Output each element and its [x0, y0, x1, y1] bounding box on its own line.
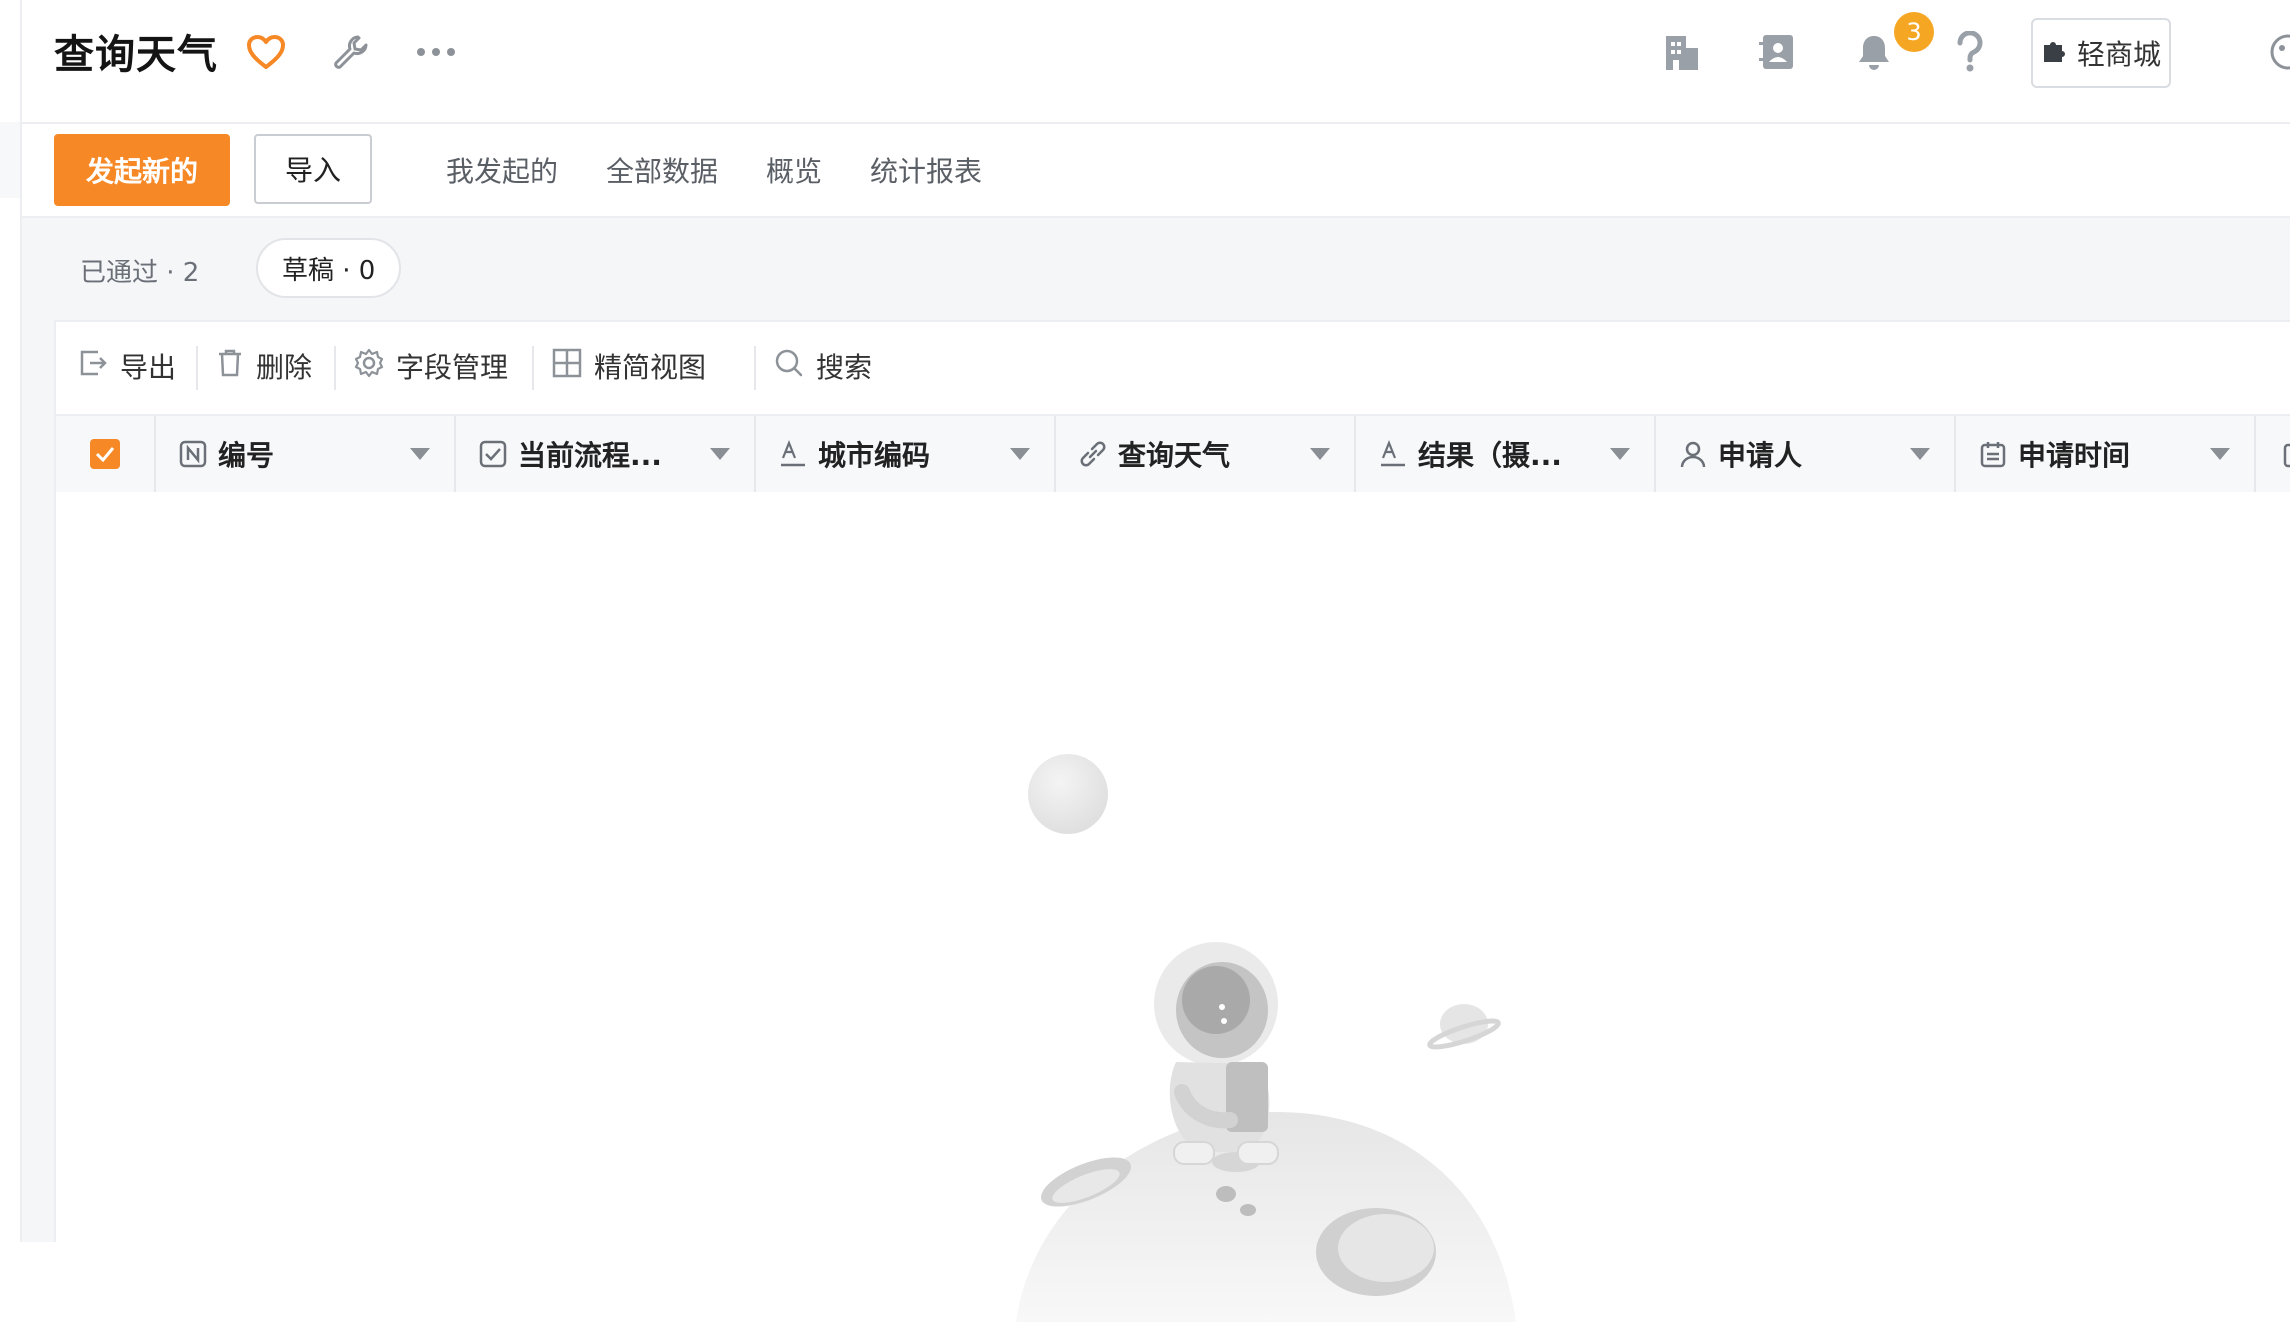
table-toolbar: 导出 删除 字段管理 精简视图 搜索 [56, 322, 2290, 412]
import-button[interactable]: 导入 [254, 134, 372, 204]
gear-icon [354, 348, 384, 385]
search-icon [774, 348, 804, 385]
column-label: 当前流程... [518, 439, 662, 472]
column-header-process[interactable]: 当前流程... [456, 416, 756, 492]
empty-state [56, 492, 2290, 1322]
column-label: 编号 [218, 439, 275, 472]
start-new-button[interactable]: 发起新的 [54, 134, 230, 206]
chevron-down-icon[interactable] [1610, 448, 1630, 460]
chevron-down-icon[interactable] [2210, 448, 2230, 460]
column-header-result[interactable]: 结果（摄... [1356, 416, 1656, 492]
tab-overview[interactable]: 概览 [766, 150, 822, 190]
heart-icon[interactable] [244, 30, 288, 74]
toolbar-divider [754, 346, 756, 390]
avatar[interactable] [2268, 32, 2290, 72]
help-icon[interactable] [1948, 30, 1992, 74]
search-label: 搜索 [816, 351, 873, 384]
link-icon [1078, 439, 1108, 469]
toolbar-divider [532, 346, 534, 390]
filter-passed[interactable]: 已通过 · 2 [80, 252, 199, 289]
field-management-label: 字段管理 [396, 351, 509, 384]
content-area: 已通过 · 2 草稿 · 0 导出 删除 字段管理 精简视图 搜索 编号 当前流… [22, 218, 2290, 1322]
filter-draft[interactable]: 草稿 · 0 [256, 238, 402, 298]
left-sidebar-strip [0, 0, 22, 1242]
chevron-down-icon[interactable] [410, 448, 430, 460]
column-header-applicant[interactable]: 申请人 [1656, 416, 1956, 492]
calendar-icon [2282, 439, 2290, 469]
tab-statistics[interactable]: 统计报表 [870, 150, 982, 190]
select-all-checkbox[interactable] [90, 439, 120, 469]
trash-icon [216, 348, 244, 385]
user-icon [1678, 439, 1708, 469]
text-field-icon [1378, 439, 1408, 469]
wrench-icon[interactable] [328, 30, 372, 74]
column-header-more[interactable] [2256, 416, 2290, 492]
tab-all-data[interactable]: 全部数据 [606, 150, 718, 190]
export-icon [78, 348, 108, 385]
sidebar-highlight [0, 122, 20, 198]
delete-label: 删除 [256, 351, 313, 384]
text-field-icon [778, 439, 808, 469]
toolbar-divider [334, 346, 336, 390]
column-header-city-code[interactable]: 城市编码 [756, 416, 1056, 492]
chevron-down-icon[interactable] [1910, 448, 1930, 460]
table-header: 编号 当前流程... 城市编码 查询天气 结果（摄... 申请人 申请时间 [56, 414, 2290, 494]
column-label: 城市编码 [818, 439, 931, 472]
action-bar: 发起新的 导入 我发起的 全部数据 概览 统计报表 [22, 124, 2290, 218]
select-all-cell [56, 416, 156, 492]
app-header: 查询天气 3 轻商城 [22, 0, 2290, 124]
compact-view-button[interactable]: 精简视图 [552, 344, 706, 388]
checkbox-field-icon [478, 439, 508, 469]
tab-my-started[interactable]: 我发起的 [446, 150, 558, 190]
notification-badge: 3 [1894, 12, 1934, 52]
mall-label: 轻商城 [2076, 38, 2161, 71]
number-field-icon [178, 439, 208, 469]
export-label: 导出 [120, 351, 177, 384]
contacts-icon[interactable] [1756, 30, 1800, 74]
toolbar-divider [196, 346, 198, 390]
column-label: 申请人 [1718, 439, 1803, 472]
puzzle-icon [2041, 36, 2069, 71]
empty-astronaut-illustration [1016, 754, 1516, 1322]
bell-icon[interactable] [1852, 30, 1896, 74]
chevron-down-icon[interactable] [710, 448, 730, 460]
building-icon[interactable] [1660, 30, 1704, 74]
field-management-button[interactable]: 字段管理 [354, 344, 508, 388]
compact-view-label: 精简视图 [594, 351, 707, 384]
column-header-id[interactable]: 编号 [156, 416, 456, 492]
column-label: 查询天气 [1118, 439, 1231, 472]
data-panel: 导出 删除 字段管理 精简视图 搜索 编号 当前流程... 城市编码 查询天气 … [54, 320, 2290, 1322]
page-title: 查询天气 [54, 32, 218, 78]
column-label: 结果（摄... [1418, 439, 1562, 472]
grid-icon [552, 348, 582, 385]
search-button[interactable]: 搜索 [774, 344, 872, 388]
export-button[interactable]: 导出 [78, 344, 176, 388]
light-mall-button[interactable]: 轻商城 [2031, 18, 2171, 88]
column-header-apply-time[interactable]: 申请时间 [1956, 416, 2256, 492]
chevron-down-icon[interactable] [1310, 448, 1330, 460]
chevron-down-icon[interactable] [1010, 448, 1030, 460]
more-icon[interactable] [414, 30, 458, 74]
calendar-icon [1978, 439, 2008, 469]
column-header-weather[interactable]: 查询天气 [1056, 416, 1356, 492]
column-label: 申请时间 [2018, 439, 2131, 472]
delete-button[interactable]: 删除 [216, 344, 312, 388]
